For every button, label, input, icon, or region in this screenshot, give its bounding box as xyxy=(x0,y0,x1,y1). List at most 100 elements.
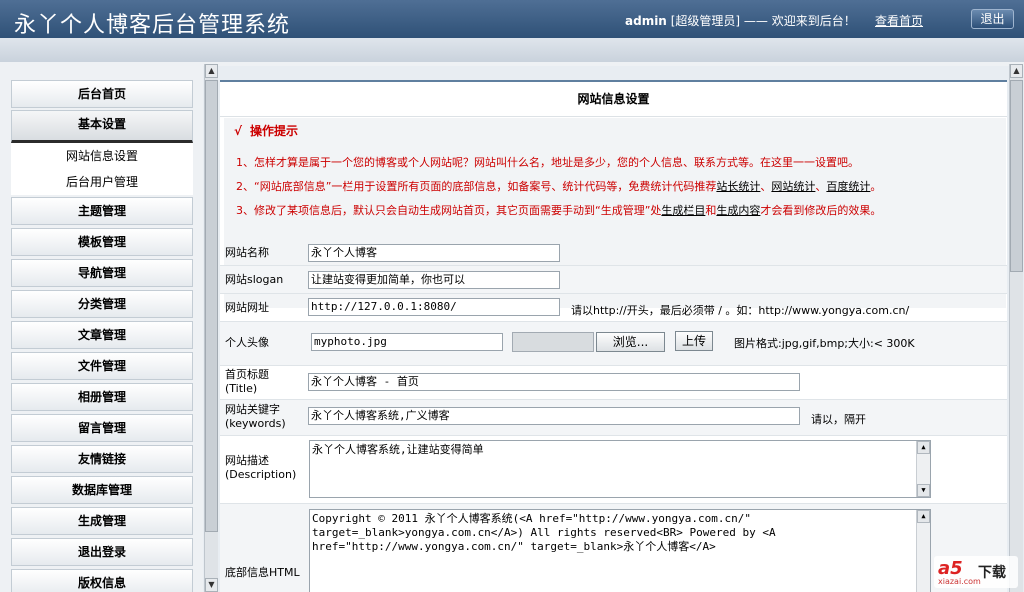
sidebar-scrollbar[interactable]: ▲ ▼ xyxy=(204,64,218,592)
scroll-up-icon[interactable]: ▲ xyxy=(205,64,218,78)
home-title-label-sub: (Title) xyxy=(225,382,258,395)
row-home-title: 首页标题 (Title) 永丫个人博客 - 首页 xyxy=(220,366,1007,400)
sidebar-item-themes[interactable]: 主题管理 xyxy=(11,197,193,225)
keywords-label-sub: (keywords) xyxy=(225,417,286,430)
tip-line-2: 2、“网站底部信息”一栏用于设置所有页面的底部信息，如备案号、统计代码等，免费统… xyxy=(236,178,881,194)
sidebar-submenu: 网站信息设置 后台用户管理 xyxy=(11,143,193,195)
sidebar: 后台首页 基本设置 网站信息设置 后台用户管理 主题管理 模板管理 导航管理 分… xyxy=(0,66,203,592)
link-51la[interactable]: 网站统计 xyxy=(771,180,815,193)
url-hint: 请以http://开头，最后必须带 / 。如：http://www.yongya… xyxy=(571,304,910,317)
scroll-down-icon[interactable]: ▼ xyxy=(205,578,218,592)
tip-end: 。 xyxy=(870,180,882,193)
link-generate-columns[interactable]: 生成栏目 xyxy=(661,204,705,217)
keywords-label: 网站关键字 (keywords) xyxy=(225,403,286,431)
description-textarea[interactable]: 永丫个人博客系统,让建站变得简单 ▲ ▼ xyxy=(309,440,931,498)
tips-title: √ 操作提示 xyxy=(234,122,298,139)
logout-button[interactable]: 退出 xyxy=(971,9,1014,29)
file-path-display[interactable] xyxy=(512,332,594,352)
avatar-path-input[interactable]: myphoto.jpg xyxy=(311,333,503,351)
slogan-input[interactable]: 让建站变得更加简单，你也可以 xyxy=(308,271,560,289)
sidebar-item-messages[interactable]: 留言管理 xyxy=(11,414,193,442)
description-label: 网站描述 (Description) xyxy=(225,454,296,482)
sidebar-item-navigation[interactable]: 导航管理 xyxy=(11,259,193,287)
watermark-site: xiazai.com xyxy=(938,577,981,586)
url-input[interactable]: http://127.0.0.1:8080/ xyxy=(308,298,560,316)
avatar-label: 个人头像 xyxy=(225,336,269,349)
row-description: 网站描述 (Description) 永丫个人博客系统,让建站变得简单 ▲ ▼ xyxy=(220,436,1007,504)
tip-sep: 、 xyxy=(815,180,827,193)
scroll-down-icon[interactable]: ▼ xyxy=(917,484,930,497)
row-site-name: 网站名称 永丫个人博客 xyxy=(220,240,1007,266)
footer-html-label: 底部信息HTML xyxy=(225,566,300,579)
user-role: [超级管理员] xyxy=(670,14,741,28)
sidebar-item-articles[interactable]: 文章管理 xyxy=(11,321,193,349)
sidebar-item-albums[interactable]: 相册管理 xyxy=(11,383,193,411)
sidebar-item-categories[interactable]: 分类管理 xyxy=(11,290,193,318)
sidebar-item-files[interactable]: 文件管理 xyxy=(11,352,193,380)
sidebar-item-dashboard[interactable]: 后台首页 xyxy=(11,80,193,108)
sidebar-item-copyright[interactable]: 版权信息 xyxy=(11,569,193,592)
footer-line-3: href="http://www.yongya.com.cn/" target=… xyxy=(312,540,716,553)
description-label-main: 网站描述 xyxy=(225,454,269,467)
home-title-input[interactable]: 永丫个人博客 - 首页 xyxy=(308,373,800,391)
keywords-label-main: 网站关键字 xyxy=(225,403,280,416)
description-text: 永丫个人博客系统,让建站变得简单 xyxy=(312,443,484,456)
scroll-up-icon[interactable]: ▲ xyxy=(917,441,930,454)
main-scrollbar[interactable]: ▲ xyxy=(1009,64,1023,592)
scroll-up-icon[interactable]: ▲ xyxy=(917,510,930,523)
app-title: 永丫个人博客后台管理系统 xyxy=(14,13,291,38)
sidebar-item-templates[interactable]: 模板管理 xyxy=(11,228,193,256)
welcome-text: —— 欢迎来到后台！ xyxy=(743,14,856,28)
top-header: 永丫个人博客后台管理系统 admin [超级管理员] —— 欢迎来到后台！ 查看… xyxy=(0,0,1024,38)
footer-html-textarea[interactable]: Copyright © 2011 永丫个人博客系统(<A href="http:… xyxy=(309,509,931,592)
upload-button[interactable]: 上传 xyxy=(675,331,713,351)
link-baidu-tongji[interactable]: 百度统计 xyxy=(826,180,870,193)
link-generate-content[interactable]: 生成内容 xyxy=(716,204,760,217)
row-avatar: 个人头像 myphoto.jpg 浏览... 上传 图片格式:jpg,gif,b… xyxy=(220,322,1007,366)
tip-line-3-text: 3、修改了某项信息后，默认只会自动生成网站首页，其它页面需要手动到“生成管理”处 xyxy=(236,204,662,217)
tip-line-2-text: 2、“网站底部信息”一栏用于设置所有页面的底部信息，如备案号、统计代码等，免费统… xyxy=(236,180,717,193)
keywords-hint: 请以，隔开 xyxy=(811,413,866,426)
main-scroll-thumb[interactable] xyxy=(1010,80,1023,272)
slogan-label: 网站slogan xyxy=(225,273,284,286)
user-name: admin xyxy=(625,14,667,28)
tip-line-1: 1、怎样才算是属于一个您的博客或个人网站呢？网站叫什么名，地址是多少，您的个人信… xyxy=(236,156,859,169)
browse-button[interactable]: 浏览... xyxy=(596,332,665,352)
sidebar-scroll-thumb[interactable] xyxy=(205,80,218,532)
sidebar-subitem-site-info[interactable]: 网站信息设置 xyxy=(11,143,193,169)
download-text: 下载 xyxy=(978,565,1006,581)
footer-line-1: Copyright © 2011 永丫个人博客系统(<A href="http:… xyxy=(312,512,751,525)
user-info: admin [超级管理员] —— 欢迎来到后台！ xyxy=(625,12,856,29)
sidebar-item-database[interactable]: 数据库管理 xyxy=(11,476,193,504)
url-label: 网站网址 xyxy=(225,301,269,314)
a5-download-watermark: a5 下载 xiazai.com xyxy=(934,556,1018,588)
row-footer-html: 底部信息HTML Copyright © 2011 永丫个人博客系统(<A hr… xyxy=(220,504,1007,592)
sidebar-subitem-admin-users[interactable]: 后台用户管理 xyxy=(11,169,193,195)
tip-sep: 、 xyxy=(760,180,772,193)
footer-scrollbar[interactable]: ▲ xyxy=(916,510,930,592)
tips-title-text: 操作提示 xyxy=(250,124,299,138)
view-home-link[interactable]: 查看首页 xyxy=(875,12,923,29)
keywords-input[interactable]: 永丫个人博客系统,广义博客 xyxy=(308,407,800,425)
row-keywords: 网站关键字 (keywords) 永丫个人博客系统,广义博客 请以，隔开 xyxy=(220,400,1007,436)
tip-line-3: 3、修改了某项信息后，默认只会自动生成网站首页，其它页面需要手动到“生成管理”处… xyxy=(236,202,881,218)
row-slogan: 网站slogan 让建站变得更加简单，你也可以 xyxy=(220,266,1007,294)
main-panel: 网站信息设置 √ 操作提示 1、怎样才算是属于一个您的博客或个人网站呢？网站叫什么… xyxy=(220,80,1007,592)
sidebar-item-logout[interactable]: 退出登录 xyxy=(11,538,193,566)
site-name-input[interactable]: 永丫个人博客 xyxy=(308,244,560,262)
sidebar-item-generate[interactable]: 生成管理 xyxy=(11,507,193,535)
row-url: 网站网址 http://127.0.0.1:8080/ 请以http://开头，… xyxy=(220,294,1007,322)
sidebar-item-friend-links[interactable]: 友情链接 xyxy=(11,445,193,473)
sidebar-item-basic-settings[interactable]: 基本设置 xyxy=(11,110,193,143)
page-title: 网站信息设置 xyxy=(220,80,1007,117)
site-name-label: 网站名称 xyxy=(225,246,269,259)
home-title-label-main: 首页标题 xyxy=(225,368,269,381)
description-scrollbar[interactable]: ▲ ▼ xyxy=(916,441,930,497)
a5-logo: a5 xyxy=(938,558,963,579)
tip-end: 才会看到修改后的效果。 xyxy=(760,204,882,217)
description-label-sub: (Description) xyxy=(225,468,297,481)
header-subbar xyxy=(0,38,1024,62)
link-cnzz[interactable]: 站长统计 xyxy=(716,180,760,193)
footer-line-2: target=_blank>yongya.com.cn</A>) All rig… xyxy=(312,526,776,539)
scroll-up-icon[interactable]: ▲ xyxy=(1010,64,1023,78)
